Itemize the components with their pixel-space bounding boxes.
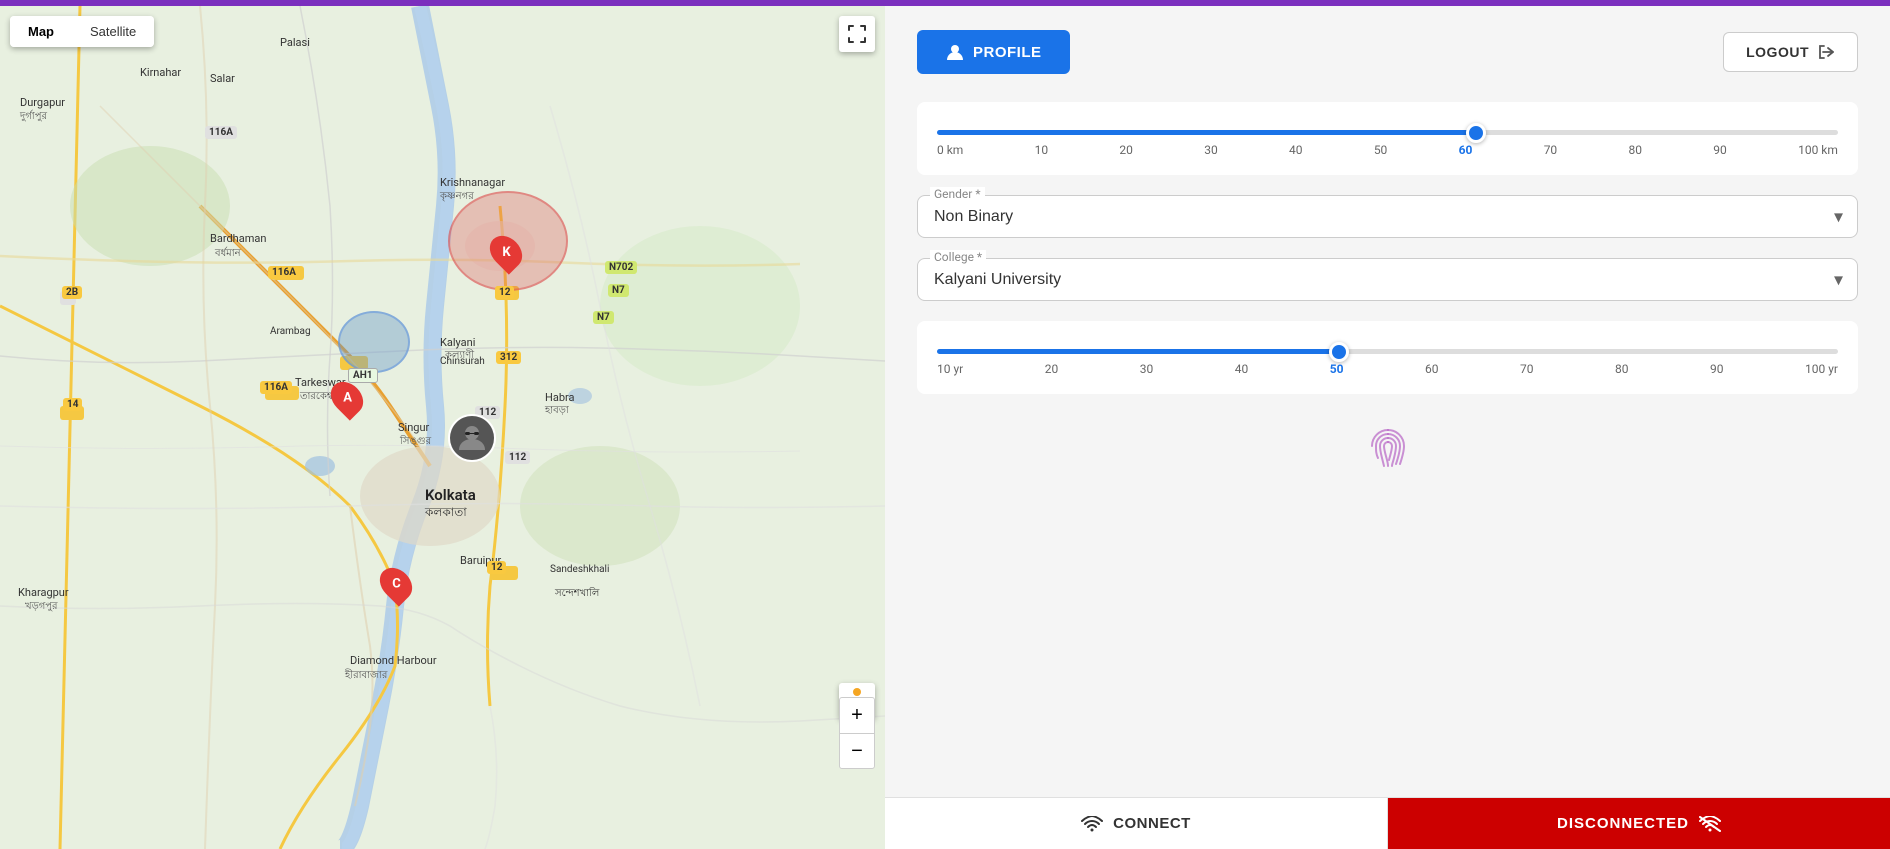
road-n7: N7 [593,311,614,324]
dist-label-40: 40 [1289,143,1303,157]
dist-label-0: 0 km [937,143,963,157]
spacer [917,509,1858,825]
dist-label-20: 20 [1119,143,1133,157]
road-116a-b: 116A [260,381,292,394]
gender-select[interactable]: Non Binary Male Female Other [934,200,1841,227]
college-dropdown-section: College * Kalyani University Jadavpur Un… [917,258,1858,301]
dist-label-100: 100 km [1798,143,1838,157]
age-labels: 10 yr 20 30 40 50 60 70 80 90 100 yr [937,362,1838,376]
road-14: 14 [63,398,82,411]
age-label-20: 20 [1045,362,1059,376]
map-toggle: Map Satellite [10,16,154,47]
road-116a: 116A [268,266,300,279]
road-12: 12 [495,286,514,299]
logout-btn-label: LOGOUT [1746,44,1809,60]
age-label-90: 90 [1710,362,1724,376]
college-select[interactable]: Kalyani University Jadavpur University P… [934,263,1841,290]
dist-label-10: 10 [1035,143,1049,157]
gender-dropdown-section: Gender * Non Binary Male Female Other ▾ [917,195,1858,238]
zoom-in-button[interactable]: + [839,697,875,733]
fullscreen-icon [848,25,866,43]
road-n7b: N7 [608,284,629,297]
map-tab[interactable]: Map [10,16,72,47]
main-container: Map Satellite Krishnanagar কৃষ্ণনগর Bard… [0,6,1890,849]
age-slider-section: 10 yr 20 30 40 50 60 70 80 90 100 yr [917,321,1858,394]
age-label-70: 70 [1520,362,1534,376]
right-panel: PROFILE LOGOUT 0 km 10 20 30 40 50 [885,6,1890,849]
marker-c-label: C [392,577,401,592]
road-n702: N702 [605,261,637,274]
gender-label: Gender * [930,187,985,201]
map-section: Map Satellite Krishnanagar কৃষ্ণনগর Bard… [0,6,885,849]
header-buttons: PROFILE LOGOUT [917,30,1858,74]
profile-icon [945,42,965,62]
fingerprint-section [917,414,1858,489]
dist-label-70: 70 [1544,143,1558,157]
bottom-buttons: CONNECT DISCONNECTED [885,797,1890,849]
age-label-50: 50 [1330,362,1344,376]
distance-labels: 0 km 10 20 30 40 50 60 70 80 90 100 km [937,143,1838,157]
road-312: 312 [496,351,521,364]
college-label: College * [930,250,986,264]
logout-button[interactable]: LOGOUT [1723,32,1858,72]
age-label-80: 80 [1615,362,1629,376]
map-background [0,6,885,849]
connect-btn-label: CONNECT [1113,815,1191,832]
age-slider[interactable] [937,349,1838,354]
age-label-100: 100 yr [1805,362,1838,376]
satellite-tab[interactable]: Satellite [72,16,154,47]
disconnected-button[interactable]: DISCONNECTED [1388,798,1890,849]
user-avatar-marker[interactable] [448,414,496,462]
marker-c[interactable]: C [382,566,410,602]
profile-button[interactable]: PROFILE [917,30,1070,74]
road-112b: 112 [505,451,530,464]
disconnected-btn-label: DISCONNECTED [1557,815,1689,832]
age-label-10: 10 yr [937,362,963,376]
map-container: Map Satellite Krishnanagar কৃষ্ণনগর Bard… [0,6,885,849]
marker-a-label: A [343,391,352,406]
road-2b: 2B [62,286,82,299]
avatar-image [450,416,494,460]
connect-button[interactable]: CONNECT [885,798,1388,849]
road-12b: 12 [487,561,506,574]
fingerprint-icon [1364,422,1412,481]
dist-label-90: 90 [1713,143,1727,157]
marker-k-label: K [502,245,510,260]
road-116a-c: 116A [205,126,237,139]
dist-label-80: 80 [1628,143,1642,157]
marker-a[interactable]: A [333,380,361,416]
disconnected-icon [1699,816,1721,832]
logout-icon [1817,43,1835,61]
dist-label-50: 50 [1374,143,1388,157]
profile-btn-label: PROFILE [973,44,1042,61]
fullscreen-button[interactable] [839,16,875,52]
distance-slider-section: 0 km 10 20 30 40 50 60 70 80 90 100 km [917,102,1858,175]
age-label-60: 60 [1425,362,1439,376]
zoom-controls: + − [839,697,875,769]
user-location-circle [338,311,410,373]
age-label-30: 30 [1140,362,1154,376]
age-label-40: 40 [1235,362,1249,376]
wifi-icon [1081,816,1103,832]
dist-label-60: 60 [1459,143,1473,157]
distance-slider[interactable] [937,130,1838,135]
marker-k[interactable]: K [492,234,520,270]
zoom-out-button[interactable]: − [839,733,875,769]
dist-label-30: 30 [1204,143,1218,157]
